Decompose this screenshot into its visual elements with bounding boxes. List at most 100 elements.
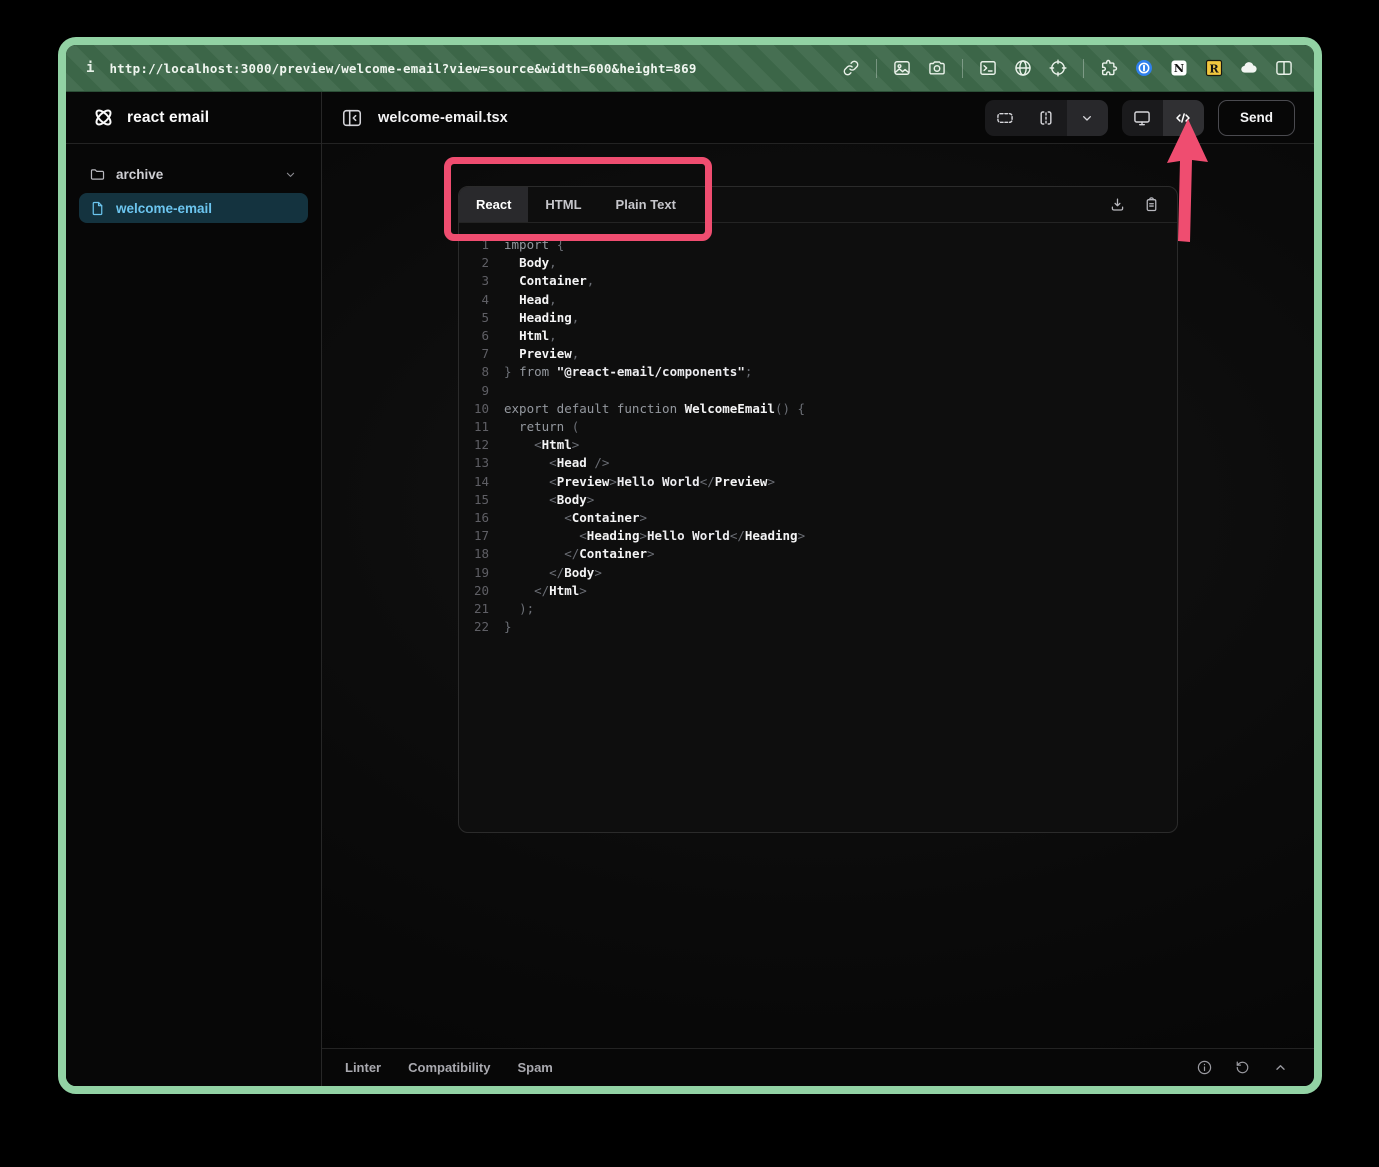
status-tab-linter[interactable]: Linter	[345, 1060, 381, 1075]
status-tab-spam[interactable]: Spam	[517, 1060, 552, 1075]
tab-react[interactable]: React	[459, 187, 528, 222]
code-line: 14 <Preview>Hello World</Preview>	[459, 473, 1177, 491]
status-bar-icons	[1196, 1059, 1289, 1076]
refresh-icon[interactable]	[1234, 1059, 1251, 1076]
chevron-up-icon[interactable]	[1272, 1059, 1289, 1076]
browser-window: i http://localhost:3000/preview/welcome-…	[58, 37, 1322, 1094]
copy-clipboard-icon[interactable]	[1143, 196, 1160, 213]
line-number: 21	[459, 600, 489, 618]
code-line: 4 Head,	[459, 291, 1177, 309]
code-line: 13 <Head />	[459, 454, 1177, 472]
folder-icon	[89, 166, 106, 183]
tab-plain-text[interactable]: Plain Text	[599, 187, 693, 222]
app-body: react email archive welcome-email welcome…	[66, 92, 1314, 1086]
line-number: 6	[459, 327, 489, 345]
split-view-icon[interactable]	[1274, 58, 1294, 78]
sidebar-item-welcome-email[interactable]: welcome-email	[79, 193, 308, 223]
line-number: 12	[459, 436, 489, 454]
line-number: 18	[459, 545, 489, 563]
viewport-width-icon	[995, 108, 1015, 128]
viewport-height-button[interactable]	[1026, 100, 1067, 136]
tab-html[interactable]: HTML	[528, 187, 598, 222]
notion-icon[interactable]: N	[1169, 58, 1189, 78]
line-number: 22	[459, 618, 489, 636]
code-line: 15 <Body>	[459, 491, 1177, 509]
code-line: 20 </Html>	[459, 582, 1177, 600]
camera-icon[interactable]	[927, 58, 947, 78]
code-panel: ReactHTMLPlain Text	[458, 186, 1178, 833]
code-line: 16 <Container>	[459, 509, 1177, 527]
line-number: 5	[459, 309, 489, 327]
code-line: 7 Preview,	[459, 345, 1177, 363]
preview-area: ReactHTMLPlain Text	[322, 144, 1314, 1048]
info-circle-icon[interactable]	[1196, 1059, 1213, 1076]
code-panel-tabbar: ReactHTMLPlain Text	[459, 187, 1177, 223]
monitor-icon	[1132, 108, 1152, 128]
viewport-size-group	[985, 100, 1108, 136]
code-line: 8} from "@react-email/components";	[459, 363, 1177, 381]
line-number: 1	[459, 236, 489, 254]
browser-toolbar-icons: NR	[841, 58, 1294, 78]
sidebar-nav: archive welcome-email	[66, 144, 321, 238]
status-tabs: Linter Compatibility Spam	[345, 1060, 553, 1075]
globe-icon[interactable]	[1013, 58, 1033, 78]
code-panel-actions	[1109, 187, 1177, 222]
page-title: welcome-email.tsx	[378, 110, 508, 126]
header-actions: Send	[985, 100, 1295, 136]
chevron-down-icon	[283, 167, 298, 182]
line-number: 4	[459, 291, 489, 309]
sidebar-item-label: welcome-email	[116, 201, 212, 216]
code-line: 5 Heading,	[459, 309, 1177, 327]
cloud-icon[interactable]	[1239, 58, 1259, 78]
svg-text:R: R	[1209, 61, 1219, 75]
line-number: 13	[459, 454, 489, 472]
file-icon	[89, 200, 106, 217]
desktop-preview-button[interactable]	[1122, 100, 1163, 136]
view-mode-group	[1122, 100, 1204, 136]
download-icon[interactable]	[1109, 196, 1126, 213]
chevron-down-icon	[1079, 110, 1095, 126]
line-number: 9	[459, 382, 489, 400]
line-number: 14	[459, 473, 489, 491]
terminal-icon[interactable]	[978, 58, 998, 78]
collapse-sidebar-icon[interactable]	[341, 107, 363, 129]
extension-icon[interactable]	[1099, 58, 1119, 78]
address-bar-url[interactable]: http://localhost:3000/preview/welcome-em…	[109, 61, 696, 76]
code-line: 12 <Html>	[459, 436, 1177, 454]
viewport-width-button[interactable]	[985, 100, 1026, 136]
status-bar: Linter Compatibility Spam	[322, 1048, 1314, 1086]
toolbar-separator	[1083, 59, 1084, 78]
screenshot-icon[interactable]	[892, 58, 912, 78]
line-number: 11	[459, 418, 489, 436]
viewport-dropdown-button[interactable]	[1067, 100, 1108, 136]
sidebar-item-archive[interactable]: archive	[79, 159, 308, 189]
toolbar-separator	[962, 59, 963, 78]
code-content: 1import {2 Body,3 Container,4 Head,5 Hea…	[459, 223, 1177, 832]
r-badge-icon[interactable]: R	[1204, 58, 1224, 78]
crosshair-icon[interactable]	[1048, 58, 1068, 78]
line-number: 15	[459, 491, 489, 509]
code-line: 18 </Container>	[459, 545, 1177, 563]
send-button[interactable]: Send	[1218, 100, 1295, 136]
status-tab-compatibility[interactable]: Compatibility	[408, 1060, 490, 1075]
app-logo[interactable]: react email	[66, 92, 321, 144]
app-logo-label: react email	[127, 109, 209, 127]
onepassword-icon[interactable]	[1134, 58, 1154, 78]
line-number: 17	[459, 527, 489, 545]
code-line: 6 Html,	[459, 327, 1177, 345]
line-number: 7	[459, 345, 489, 363]
link-icon[interactable]	[841, 58, 861, 78]
code-line: 21 );	[459, 600, 1177, 618]
code-icon	[1173, 108, 1193, 128]
line-number: 10	[459, 400, 489, 418]
main-header: welcome-email.tsx	[322, 92, 1314, 144]
line-number: 2	[459, 254, 489, 272]
code-line: 11 return (	[459, 418, 1177, 436]
code-line: 9	[459, 382, 1177, 400]
react-email-logo-icon	[91, 105, 116, 130]
toolbar-separator	[876, 59, 877, 78]
code-tabs: ReactHTMLPlain Text	[459, 187, 693, 222]
source-code-button[interactable]	[1163, 100, 1204, 136]
line-number: 8	[459, 363, 489, 381]
info-icon: i	[86, 60, 94, 76]
